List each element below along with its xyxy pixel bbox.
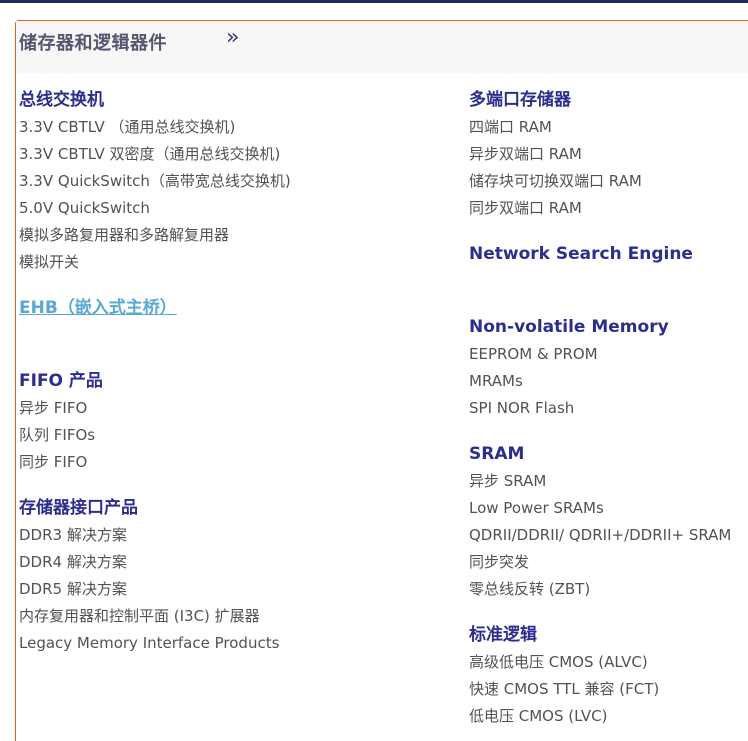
mega-menu-panel: 储存器和逻辑器件 » 总线交换机 3.3V CBTLV （通用总线交换机) 3.… [15,20,748,741]
category-group: 多端口存储器 四端口 RAM 异步双端口 RAM 储存块可切换双端口 RAM 同… [469,87,748,222]
double-chevron-right-icon[interactable]: » [226,25,239,50]
category-group: 标准逻辑 高级低电压 CMOS (ALVC) 快速 CMOS TTL 兼容 (F… [469,622,748,730]
menu-item[interactable]: Legacy Memory Interface Products [19,630,449,657]
menu-item[interactable]: DDR5 解决方案 [19,576,449,603]
menu-item[interactable]: 快速 CMOS TTL 兼容 (FCT) [469,676,748,703]
menu-item[interactable]: 3.3V CBTLV 双密度（通用总线交换机) [19,141,449,168]
menu-item[interactable]: EEPROM & PROM [469,341,748,368]
menu-item[interactable]: 同步突发 [469,549,748,576]
menu-item[interactable]: SPI NOR Flash [469,395,748,422]
category-group: Network Search Engine [469,241,748,268]
menu-item[interactable]: Low Power SRAMs [469,495,748,522]
category-title[interactable]: FIFO 产品 [19,368,449,395]
menu-item[interactable]: 同步 FIFO [19,449,449,476]
category-group: 总线交换机 3.3V CBTLV （通用总线交换机) 3.3V CBTLV 双密… [19,87,449,276]
panel-title[interactable]: 储存器和逻辑器件 [19,29,167,55]
category-title[interactable]: 存储器接口产品 [19,495,449,522]
menu-item[interactable]: 内存复用器和控制平面 (I3C) 扩展器 [19,603,449,630]
category-group: EHB（嵌入式主桥） [19,295,449,322]
menu-item[interactable]: 队列 FIFOs [19,422,449,449]
menu-item[interactable]: 3.3V CBTLV （通用总线交换机) [19,114,449,141]
category-title[interactable]: Network Search Engine [469,241,748,268]
category-group: 存储器接口产品 DDR3 解决方案 DDR4 解决方案 DDR5 解决方案 内存… [19,495,449,657]
menu-item[interactable]: 低电压 CMOS (LVC) [469,703,748,730]
category-group: FIFO 产品 异步 FIFO 队列 FIFOs 同步 FIFO [19,368,449,476]
menu-item[interactable]: DDR4 解决方案 [19,549,449,576]
left-column: 总线交换机 3.3V CBTLV （通用总线交换机) 3.3V CBTLV 双密… [19,87,449,676]
menu-item[interactable]: 异步双端口 RAM [469,141,748,168]
menu-item[interactable]: DDR3 解决方案 [19,522,449,549]
category-group: Non-volatile Memory EEPROM & PROM MRAMs … [469,314,748,422]
menu-item[interactable]: 模拟开关 [19,249,449,276]
panel-header: 储存器和逻辑器件 » [16,21,748,73]
category-title[interactable]: 总线交换机 [19,87,449,114]
category-group: SRAM 异步 SRAM Low Power SRAMs QDRII/DDRII… [469,441,748,603]
menu-item[interactable]: 5.0V QuickSwitch [19,195,449,222]
menu-item[interactable]: 四端口 RAM [469,114,748,141]
menu-item[interactable]: 异步 SRAM [469,468,748,495]
top-nav-bar [0,0,748,3]
menu-item[interactable]: MRAMs [469,368,748,395]
right-column: 多端口存储器 四端口 RAM 异步双端口 RAM 储存块可切换双端口 RAM 同… [469,87,748,741]
category-title[interactable]: 多端口存储器 [469,87,748,114]
menu-item[interactable]: 异步 FIFO [19,395,449,422]
category-title[interactable]: 标准逻辑 [469,622,748,649]
menu-item[interactable]: 同步双端口 RAM [469,195,748,222]
menu-item[interactable]: 储存块可切换双端口 RAM [469,168,748,195]
menu-item[interactable]: QDRII/DDRII/ QDRII+/DDRII+ SRAM [469,522,748,549]
menu-item[interactable]: 3.3V QuickSwitch（高带宽总线交换机) [19,168,449,195]
category-title[interactable]: SRAM [469,441,748,468]
category-title[interactable]: Non-volatile Memory [469,314,748,341]
category-title-link[interactable]: EHB（嵌入式主桥） [19,295,449,322]
menu-item[interactable]: 零总线反转 (ZBT) [469,576,748,603]
menu-item[interactable]: 高级低电压 CMOS (ALVC) [469,649,748,676]
menu-item[interactable]: 模拟多路复用器和多路解复用器 [19,222,449,249]
